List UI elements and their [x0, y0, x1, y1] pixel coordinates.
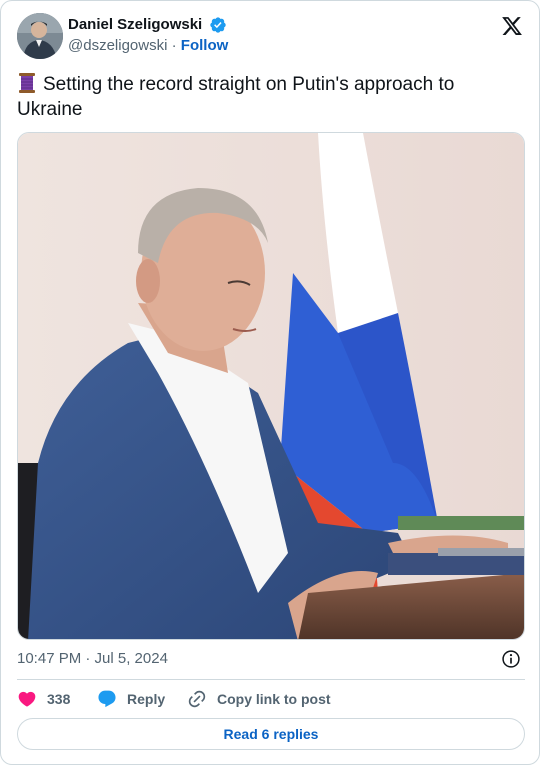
follow-link[interactable]: Follow: [181, 37, 229, 54]
info-icon[interactable]: [501, 649, 521, 669]
read-replies-button[interactable]: Read 6 replies: [17, 718, 525, 750]
tweet-card: Daniel Szeligowski @dszeligowski · Follo…: [0, 0, 540, 765]
copy-link-button[interactable]: Copy link to post: [187, 687, 331, 711]
tweet-text: Setting the record straight on Putin's a…: [17, 72, 517, 122]
reply-label: Reply: [127, 691, 166, 707]
copy-link-label: Copy link to post: [217, 691, 331, 707]
heart-icon: [18, 691, 36, 707]
handle-row: @dszeligowski · Follow: [68, 36, 228, 56]
reply-bubble-icon: [98, 690, 116, 708]
author-names: Daniel Szeligowski @dszeligowski · Follo…: [68, 16, 228, 56]
avatar[interactable]: [17, 13, 63, 59]
thread-spool-icon: [19, 73, 35, 93]
like-count: 338: [47, 691, 71, 707]
tweet-photo[interactable]: [17, 132, 525, 640]
reply-button[interactable]: Reply: [97, 687, 165, 711]
verified-badge-icon: [209, 17, 226, 33]
author-display-name[interactable]: Daniel Szeligowski: [68, 16, 202, 34]
photo-content: [18, 133, 524, 639]
x-logo-icon[interactable]: [501, 15, 523, 37]
divider: [17, 679, 525, 680]
avatar-image: [17, 13, 63, 59]
tweet-header: Daniel Szeligowski @dszeligowski · Follo…: [17, 13, 525, 61]
read-replies-label: Read 6 replies: [223, 726, 319, 742]
action-bar: 338 Reply Copy link to post: [17, 687, 525, 711]
tweet-timestamp[interactable]: 10:47 PM · Jul 5, 2024: [17, 649, 168, 669]
like-button[interactable]: 338: [17, 687, 70, 711]
link-icon: [188, 690, 206, 708]
handle-separator: ·: [171, 37, 177, 55]
tweet-body-text: Setting the record straight on Putin's a…: [17, 74, 455, 120]
author-handle[interactable]: @dszeligowski: [68, 37, 167, 54]
